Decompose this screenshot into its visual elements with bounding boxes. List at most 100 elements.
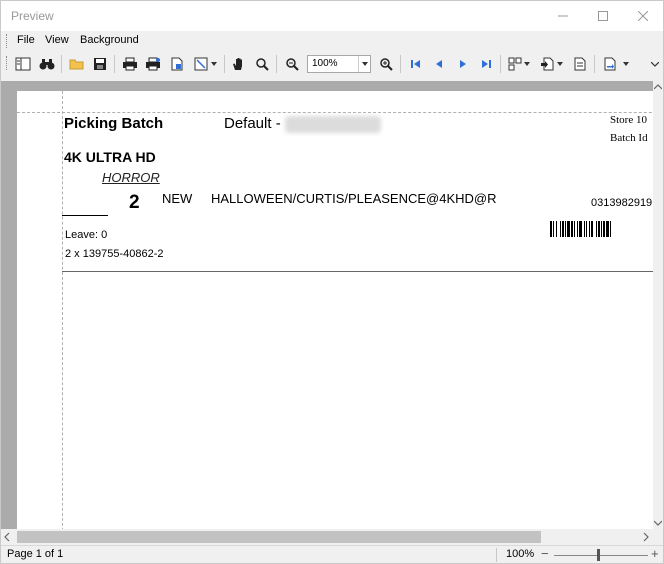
toolbar: 100% bbox=[1, 51, 663, 77]
close-button[interactable] bbox=[623, 1, 663, 31]
vertical-scrollbar[interactable] bbox=[653, 81, 663, 529]
condition-label: NEW bbox=[162, 191, 193, 206]
window-title: Preview bbox=[11, 9, 54, 23]
zoom-out-icon bbox=[286, 58, 299, 71]
barcode-bar bbox=[589, 221, 590, 237]
barcode-bar bbox=[560, 221, 561, 237]
menu-bar: File View Background bbox=[1, 31, 663, 51]
export-dropdown[interactable] bbox=[555, 54, 565, 74]
title-bar: Preview bbox=[1, 1, 663, 31]
scale-icon bbox=[194, 57, 208, 71]
last-page-button[interactable] bbox=[476, 54, 496, 74]
zoom-in-icon bbox=[380, 58, 393, 71]
find-button[interactable] bbox=[37, 54, 57, 74]
hand-tool-button[interactable] bbox=[229, 54, 249, 74]
send-button[interactable] bbox=[600, 54, 620, 74]
zoom-slider-track[interactable] bbox=[554, 555, 648, 556]
format-label: 4K ULTRA HD bbox=[64, 149, 156, 165]
report-page: Picking Batch Default - Store 10 Batch I… bbox=[17, 91, 653, 529]
previous-page-button[interactable] bbox=[429, 54, 449, 74]
magnifier-button[interactable] bbox=[252, 54, 272, 74]
status-zoom-value: 100% bbox=[506, 548, 535, 560]
pick-line: 2 x 139755-40862-2 bbox=[65, 248, 164, 260]
send-icon bbox=[604, 57, 616, 71]
single-page-button[interactable] bbox=[570, 54, 590, 74]
menu-view[interactable]: View bbox=[45, 34, 69, 46]
page-setup-button[interactable] bbox=[167, 54, 187, 74]
zoom-in-button[interactable] bbox=[376, 54, 396, 74]
zoom-slider-thumb[interactable] bbox=[597, 549, 601, 561]
barcode-bar bbox=[562, 221, 564, 237]
quick-print-button[interactable] bbox=[143, 54, 163, 74]
zoom-slider-minus-icon[interactable]: − bbox=[541, 546, 549, 561]
barcode-bar bbox=[574, 221, 575, 237]
barcode-bar bbox=[567, 221, 570, 237]
hand-tool-icon bbox=[233, 58, 242, 70]
binoculars-icon bbox=[39, 59, 55, 70]
dropdown-arrow-icon bbox=[557, 62, 563, 66]
quantity-value: 2 bbox=[129, 192, 140, 213]
horizontal-scroll-thumb[interactable] bbox=[17, 531, 541, 543]
page-indicator: Page 1 of 1 bbox=[7, 548, 64, 560]
quick-print-icon bbox=[146, 57, 160, 71]
minimize-button[interactable] bbox=[543, 1, 583, 31]
menu-file[interactable]: File bbox=[17, 34, 35, 46]
multiple-pages-dropdown[interactable] bbox=[522, 54, 532, 74]
leave-label: Leave: 0 bbox=[65, 229, 108, 241]
barcode-bar bbox=[606, 221, 609, 237]
status-bar: Page 1 of 1 100% − + bbox=[1, 545, 663, 563]
layout-icon bbox=[15, 57, 31, 71]
next-page-button[interactable] bbox=[453, 54, 473, 74]
scroll-right-icon[interactable] bbox=[643, 532, 649, 542]
status-divider bbox=[496, 548, 497, 562]
first-page-button[interactable] bbox=[406, 54, 426, 74]
zoom-value: 100% bbox=[312, 58, 338, 69]
toolbar-overflow-button[interactable] bbox=[649, 54, 661, 74]
scroll-up-icon[interactable] bbox=[654, 84, 662, 90]
barcode-bar bbox=[596, 221, 597, 237]
last-page-icon bbox=[482, 60, 491, 68]
zoom-combobox[interactable]: 100% bbox=[307, 55, 371, 73]
document-viewport[interactable]: Picking Batch Default - Store 10 Batch I… bbox=[1, 81, 653, 529]
item-description: HALLOWEEN/CURTIS/PLEASENCE@4KHD@R bbox=[211, 191, 497, 206]
barcode-bar bbox=[556, 221, 557, 237]
page-margin-vertical bbox=[62, 91, 63, 529]
toolbar-separator bbox=[61, 55, 62, 73]
redacted-value bbox=[285, 116, 381, 133]
barcode-bar bbox=[577, 221, 578, 237]
barcode-bar bbox=[598, 221, 600, 237]
page-margin-horizontal bbox=[17, 112, 653, 113]
toolbar-separator bbox=[224, 55, 225, 73]
send-dropdown[interactable] bbox=[621, 54, 631, 74]
barcode-image bbox=[550, 221, 611, 237]
barcode-bar bbox=[610, 221, 611, 237]
scale-dropdown[interactable] bbox=[209, 54, 219, 74]
zoom-dropdown-button[interactable] bbox=[358, 56, 370, 72]
document-map-button[interactable] bbox=[13, 54, 33, 74]
scale-button[interactable] bbox=[191, 54, 211, 74]
zoom-out-button[interactable] bbox=[282, 54, 302, 74]
next-page-icon bbox=[460, 60, 466, 68]
open-folder-icon bbox=[69, 59, 84, 70]
barcode-bar bbox=[603, 221, 605, 237]
barcode-bar bbox=[565, 221, 566, 237]
dropdown-arrow-icon bbox=[623, 62, 629, 66]
open-button[interactable] bbox=[67, 54, 87, 74]
barcode-bar bbox=[571, 221, 573, 237]
first-page-icon bbox=[411, 60, 420, 68]
print-button[interactable] bbox=[120, 54, 140, 74]
horizontal-scrollbar[interactable] bbox=[1, 529, 663, 545]
menu-background[interactable]: Background bbox=[80, 34, 139, 46]
barcode-bar bbox=[591, 221, 593, 237]
toolbar-separator bbox=[594, 55, 595, 73]
save-button[interactable] bbox=[90, 54, 110, 74]
barcode-bar bbox=[586, 221, 587, 237]
zoom-slider-plus-icon[interactable]: + bbox=[651, 546, 659, 561]
section-divider bbox=[62, 271, 653, 272]
scroll-down-icon[interactable] bbox=[654, 520, 662, 526]
single-page-icon bbox=[574, 57, 586, 71]
maximize-button[interactable] bbox=[583, 1, 623, 31]
toolbar-separator bbox=[500, 55, 501, 73]
scroll-left-icon[interactable] bbox=[4, 532, 10, 542]
maximize-icon bbox=[598, 11, 608, 21]
